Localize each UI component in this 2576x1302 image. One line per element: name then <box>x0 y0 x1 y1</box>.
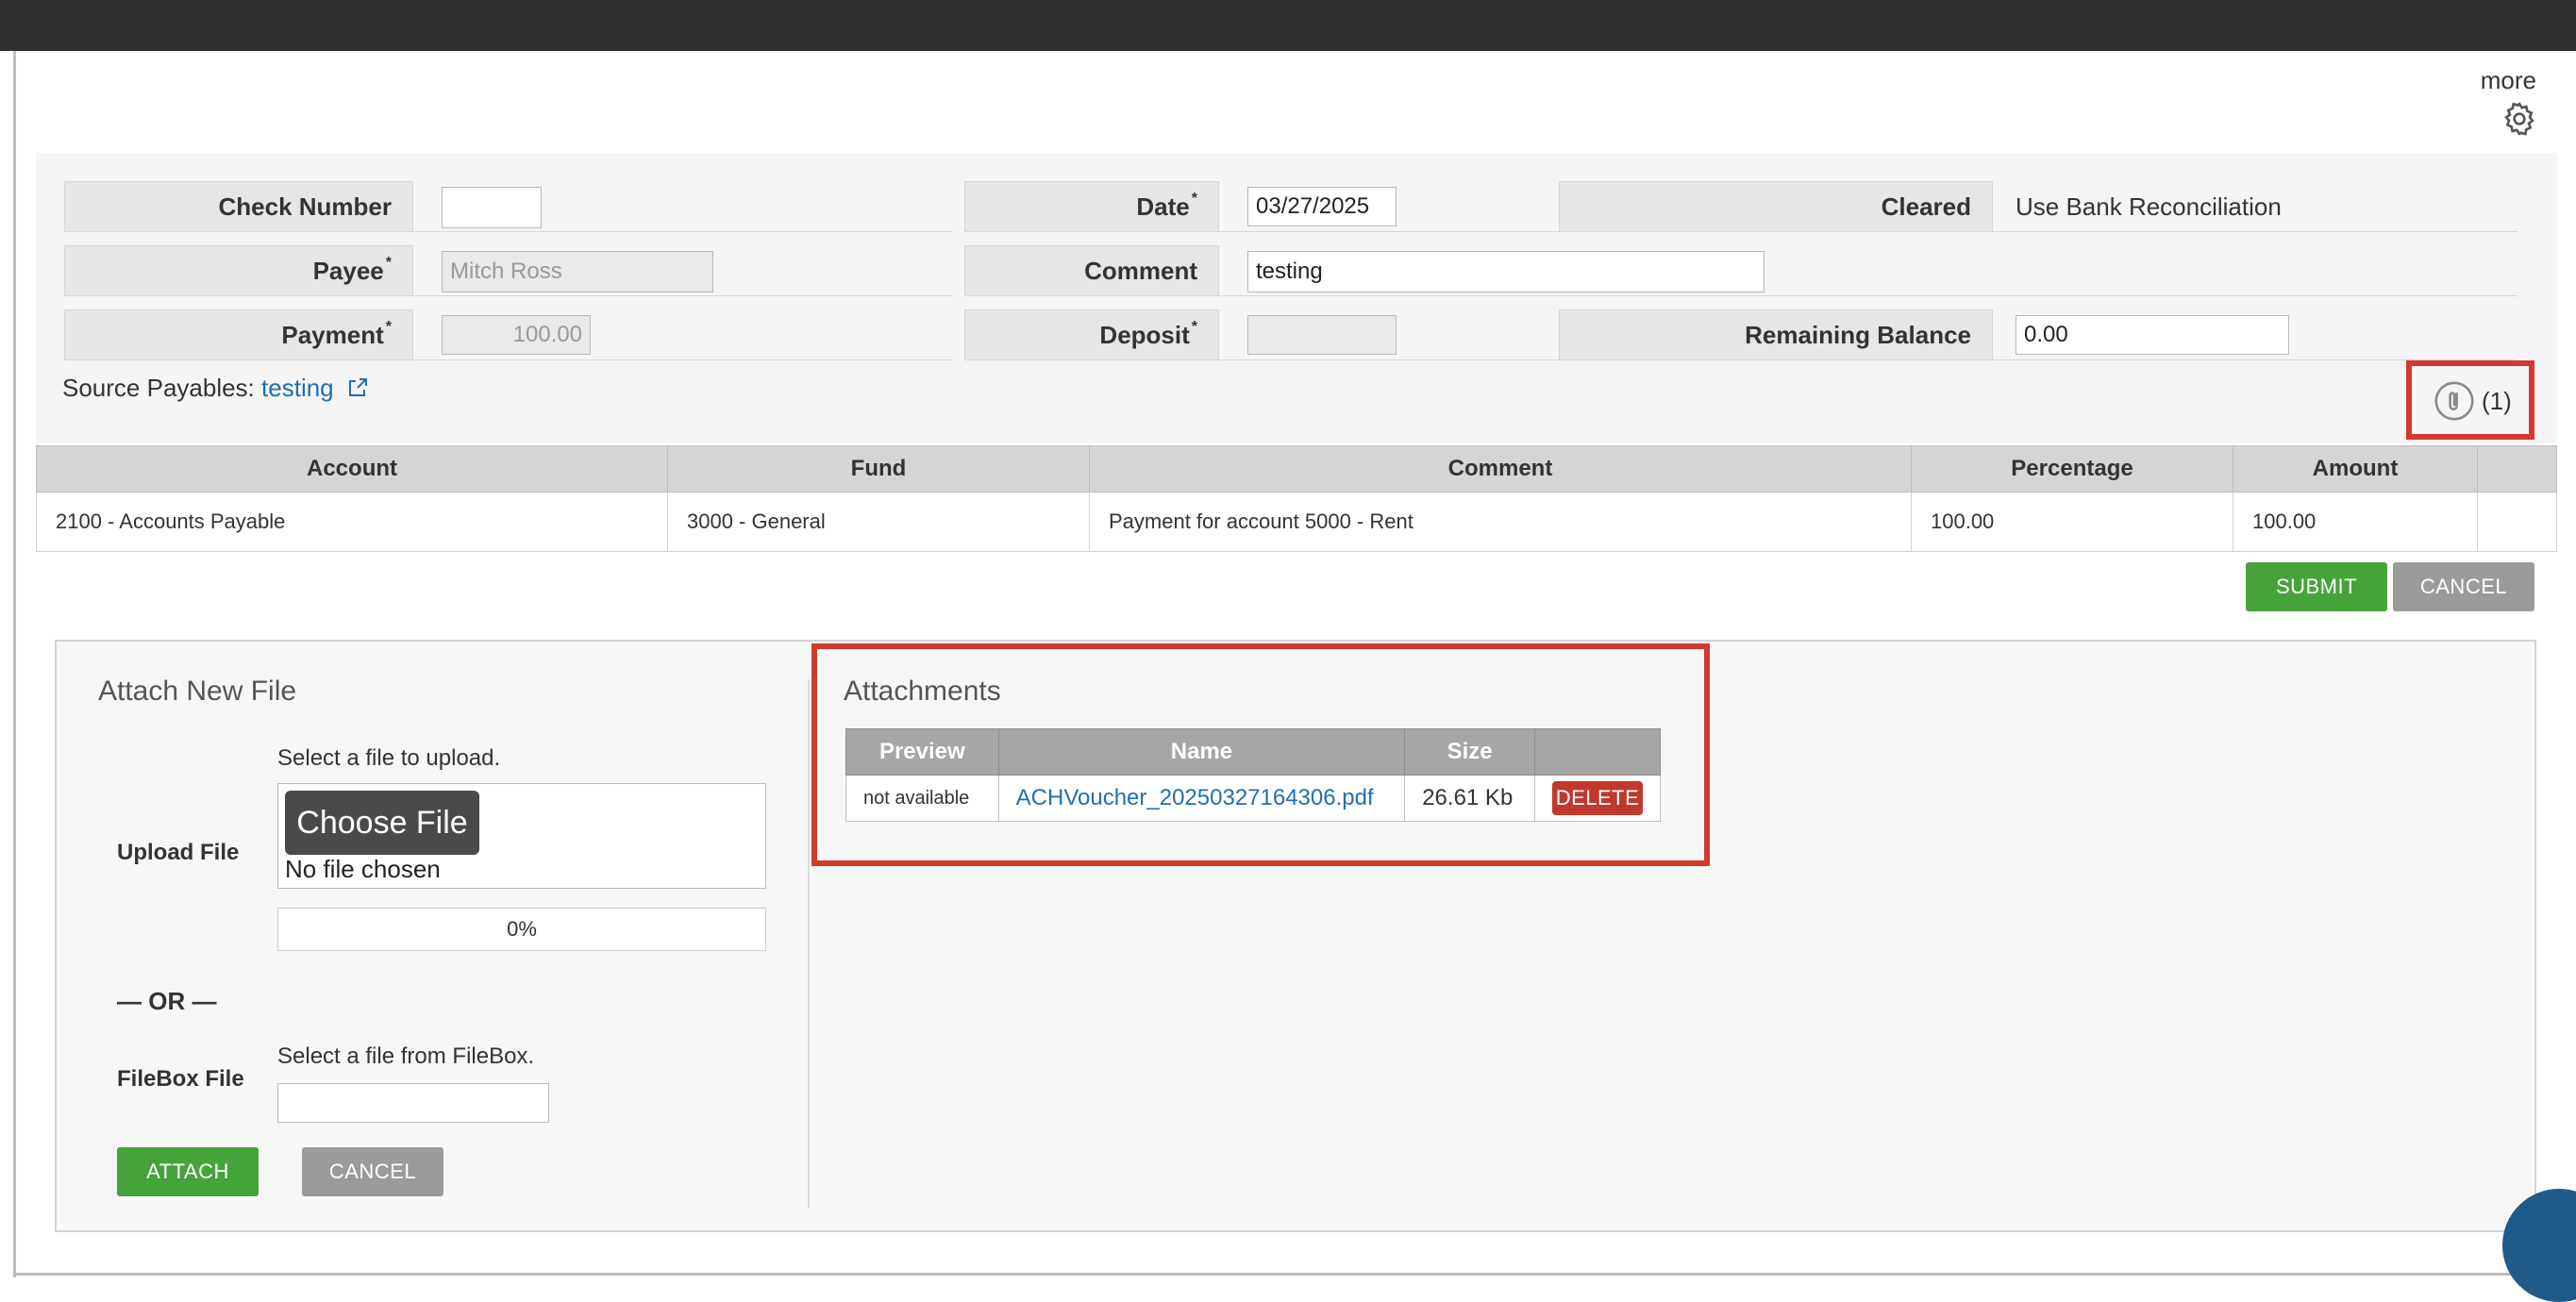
upload-file-label: Upload File <box>117 840 240 865</box>
page-border-left <box>13 51 16 1277</box>
attach-cancel-button[interactable]: CANCEL <box>302 1147 443 1196</box>
filebox-file-label: FileBox File <box>117 1066 244 1092</box>
col-fund: Fund <box>667 445 1090 492</box>
cell-comment: Payment for account 5000 - Rent <box>1089 492 1912 552</box>
external-link-icon[interactable] <box>346 376 369 399</box>
comment-label: Comment <box>964 245 1219 296</box>
source-payables: Source Payables: testing <box>62 374 369 403</box>
deposit-input[interactable] <box>1247 315 1397 355</box>
date-input[interactable]: 03/27/2025 <box>1247 187 1397 226</box>
col-size: Size <box>1404 728 1535 776</box>
table-header-row: Account Fund Comment Percentage Amount <box>36 445 2557 492</box>
upload-progress-bar: 0% <box>277 908 766 951</box>
attachment-count[interactable]: (1) <box>2482 387 2512 416</box>
payee-input[interactable]: Mitch Ross <box>442 251 713 292</box>
source-payables-link[interactable]: testing <box>261 374 334 402</box>
choose-file-button[interactable]: Choose File <box>285 791 479 855</box>
col-account: Account <box>36 445 668 492</box>
col-amount: Amount <box>2233 445 2478 492</box>
page-border-bottom <box>13 1273 2576 1276</box>
source-payables-label: Source Payables: <box>62 374 255 402</box>
payment-label: Payment * <box>64 309 413 360</box>
cell-percentage: 100.00 <box>1911 492 2233 552</box>
filebox-input[interactable] <box>277 1083 549 1123</box>
attach-button[interactable]: ATTACH <box>117 1147 259 1196</box>
no-file-chosen-text: No file chosen <box>285 855 441 883</box>
distribution-table: Account Fund Comment Percentage Amount 2… <box>36 445 2557 552</box>
check-number-label: Check Number <box>64 181 413 232</box>
paperclip-icon[interactable] <box>2434 381 2474 421</box>
attachment-preview: not available <box>845 775 999 822</box>
attachment-action-cell: DELETE <box>1534 775 1661 822</box>
attachment-name-link[interactable]: ACHVoucher_20250327164306.pdf <box>997 775 1406 822</box>
col-percentage: Percentage <box>1911 445 2233 492</box>
attachments-table: Preview Name Size not available ACHVouch… <box>845 728 1661 822</box>
gear-icon[interactable] <box>2501 100 2538 138</box>
attach-new-file-title: Attach New File <box>98 676 297 707</box>
cell-extra <box>2477 492 2557 552</box>
attachment-size: 26.61 Kb <box>1404 775 1535 822</box>
comment-input[interactable]: testing <box>1247 251 1765 292</box>
check-number-input[interactable] <box>442 187 542 228</box>
cell-amount: 100.00 <box>2233 492 2478 552</box>
submit-button[interactable]: SUBMIT <box>2246 562 2387 611</box>
cancel-button[interactable]: CANCEL <box>2393 562 2534 611</box>
upload-hint: Select a file to upload. <box>277 745 501 771</box>
remaining-balance-label: Remaining Balance <box>1559 309 1993 360</box>
cleared-label: Cleared <box>1559 181 1993 232</box>
attachment-row: not available ACHVoucher_20250327164306.… <box>845 775 1661 822</box>
deposit-label: Deposit * <box>964 309 1219 360</box>
col-action <box>1534 728 1661 776</box>
attachments-title: Attachments <box>844 676 1001 707</box>
remaining-balance-input[interactable]: 0.00 <box>2016 315 2289 355</box>
payee-label: Payee * <box>64 245 413 296</box>
or-separator: — OR — <box>117 987 217 1015</box>
date-label: Date * <box>964 181 1219 232</box>
cell-account: 2100 - Accounts Payable <box>36 492 668 552</box>
transaction-form: Check Number Date * 03/27/2025 Cleared Us… <box>36 153 2557 443</box>
more-link[interactable]: more <box>2481 66 2536 95</box>
delete-attachment-button[interactable]: DELETE <box>1552 781 1643 815</box>
cell-fund: 3000 - General <box>667 492 1090 552</box>
col-preview: Preview <box>845 728 999 776</box>
panel-divider <box>808 679 810 1208</box>
col-name: Name <box>997 728 1406 776</box>
top-bar <box>0 0 2576 51</box>
col-comment: Comment <box>1089 445 1912 492</box>
table-row[interactable]: 2100 - Accounts Payable 3000 - General P… <box>36 492 2557 552</box>
attachments-header-row: Preview Name Size <box>845 728 1661 776</box>
payment-input[interactable]: 100.00 <box>442 315 591 355</box>
col-extra <box>2477 445 2557 492</box>
filebox-hint: Select a file from FileBox. <box>277 1043 535 1069</box>
cleared-value: Use Bank Reconciliation <box>2016 192 2282 221</box>
